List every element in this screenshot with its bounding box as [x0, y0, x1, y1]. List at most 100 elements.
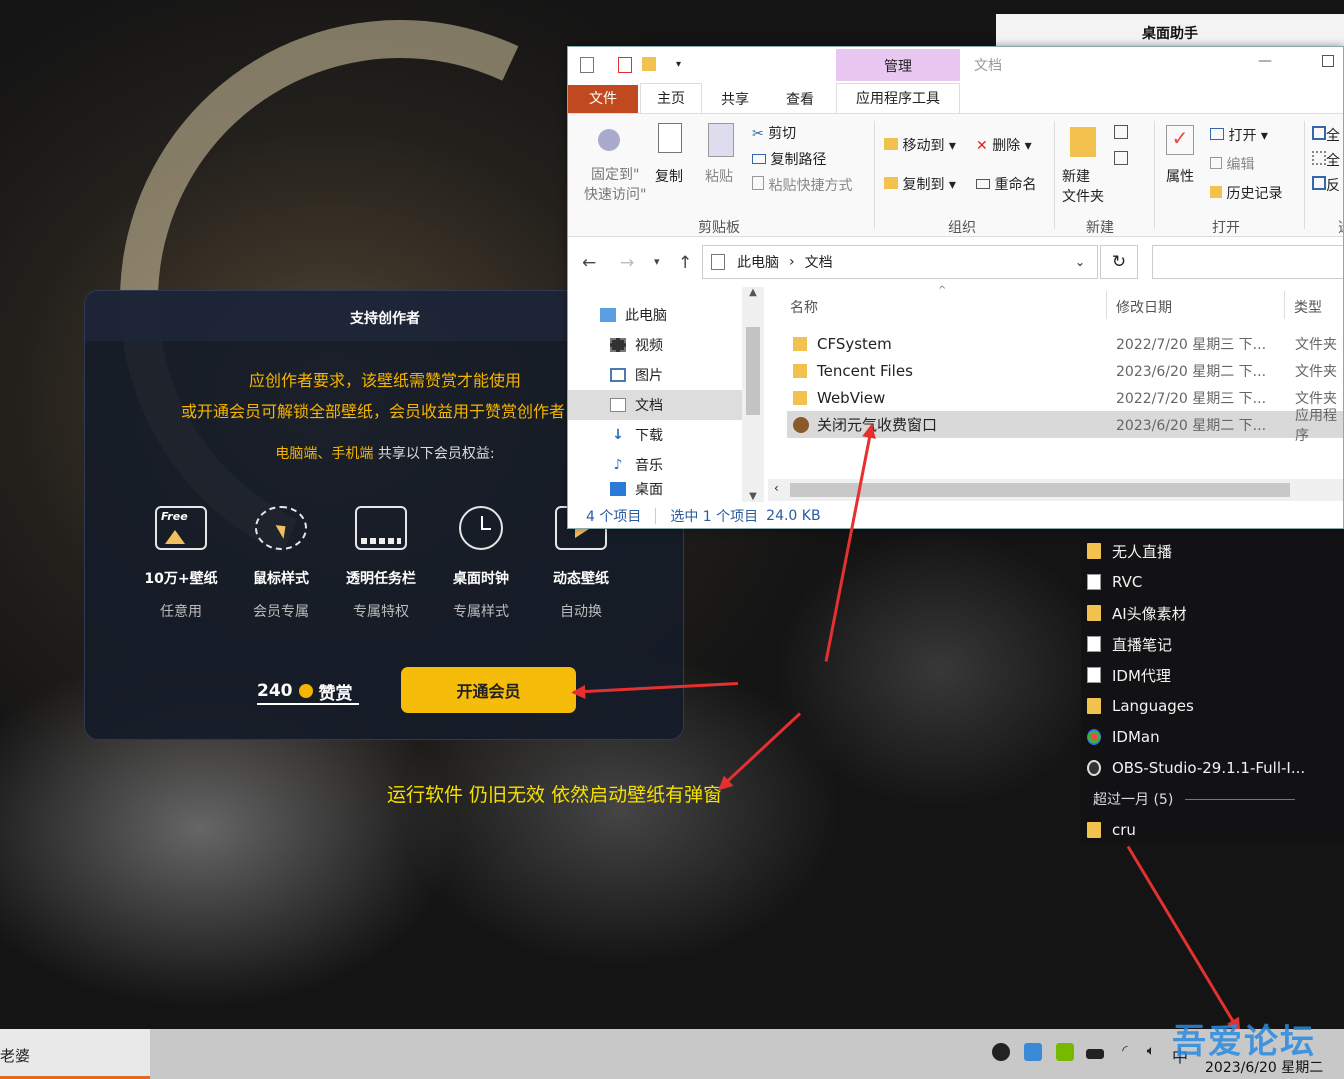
feature-name: 桌面时钟 [453, 571, 509, 587]
scroll-down-arrow[interactable]: ▼ [742, 491, 764, 502]
copy-to-button[interactable]: 复制到 ▾ [884, 174, 956, 194]
folder-icon[interactable] [642, 57, 656, 71]
breadcrumb-root[interactable]: 此电脑 [737, 252, 779, 272]
nav-pictures[interactable]: 图片 [610, 360, 663, 390]
qq-icon[interactable] [992, 1043, 1010, 1061]
history-button[interactable]: 历史记录 [1210, 183, 1282, 203]
nav-videos[interactable]: 视频 [610, 330, 663, 360]
properties-icon[interactable] [580, 57, 594, 73]
scrollbar-thumb[interactable] [746, 327, 760, 415]
context-tab-manage[interactable]: 管理 [836, 49, 960, 81]
up-button[interactable]: ↑ [678, 253, 692, 273]
list-item[interactable]: 直播笔记 [1087, 631, 1172, 657]
tab-share[interactable]: 共享 [708, 89, 762, 109]
nav-music[interactable]: ♪ 音乐 [610, 450, 663, 480]
paste-shortcut-button[interactable]: 粘贴快捷方式 [752, 175, 852, 195]
new-item-icon[interactable] [1114, 125, 1128, 139]
list-item[interactable]: RVC [1087, 569, 1142, 595]
column-type[interactable]: 类型 [1294, 297, 1322, 317]
select-all-button[interactable]: 全 [1312, 125, 1340, 145]
nav-desktop[interactable]: 桌面 [610, 480, 663, 498]
list-item[interactable]: OBS-Studio-29.1.1-Full-I... [1087, 755, 1305, 781]
wifi-icon[interactable]: ◜ [1116, 1043, 1134, 1061]
column-date[interactable]: 修改日期 [1116, 297, 1172, 317]
refresh-button[interactable]: ↻ [1100, 245, 1138, 279]
paste-shortcut-icon [752, 176, 764, 190]
search-input[interactable] [1152, 245, 1343, 279]
invert-selection-button[interactable]: 反 [1312, 175, 1340, 195]
list-item[interactable]: AI头像素材 [1087, 600, 1187, 626]
feature-wallpapers: Free 10万+壁纸 任意用 [131, 506, 231, 621]
file-row[interactable]: Tencent Files 2023/6/20 星期二 下... 文件夹 [787, 357, 1343, 384]
open-button[interactable]: 打开 ▾ [1210, 125, 1268, 145]
chevron-down-icon[interactable]: ▾ [676, 59, 681, 70]
file-row[interactable]: WebView 2022/7/20 星期三 下... 文件夹 [787, 384, 1343, 411]
delete-button[interactable]: ✕ 删除 ▾ [976, 135, 1032, 155]
file-row[interactable]: CFSystem 2022/7/20 星期三 下... 文件夹 [787, 330, 1343, 357]
feature-name: 10万+壁纸 [144, 571, 218, 587]
horizontal-scrollbar[interactable]: ‹ [768, 479, 1343, 501]
move-to-button[interactable]: 移动到 ▾ [884, 135, 956, 155]
column-name[interactable]: 名称 [790, 297, 818, 317]
nav-scrollbar[interactable]: ▲ ▼ [742, 287, 764, 502]
move-icon [884, 138, 898, 150]
checkmark-icon[interactable] [618, 57, 632, 73]
open-membership-button[interactable]: 开通会员 [401, 667, 576, 713]
pin-quick-access-button[interactable]: 固定到" 快速访问" [584, 165, 646, 205]
scroll-left-arrow[interactable]: ‹ [774, 481, 779, 495]
tab-view[interactable]: 查看 [772, 89, 828, 109]
rename-button[interactable]: 重命名 [976, 174, 1036, 194]
new-folder-button[interactable]: 新建 文件夹 [1062, 167, 1104, 207]
copy-icon [658, 123, 682, 153]
nvidia-icon[interactable] [1056, 1043, 1074, 1061]
copy-path-button[interactable]: 复制路径 [752, 149, 826, 169]
properties-button[interactable]: 属性 [1166, 166, 1194, 186]
desktop-icon [610, 482, 626, 496]
copy-button[interactable]: 复制 [655, 166, 683, 186]
easy-access-icon[interactable] [1114, 151, 1128, 165]
list-item[interactable]: IDMan [1087, 724, 1160, 750]
list-item[interactable]: Languages [1087, 693, 1194, 719]
maximize-button[interactable] [1322, 55, 1334, 67]
recent-dropdown[interactable]: ▾ [654, 255, 660, 268]
nav-this-pc[interactable]: 此电脑 [600, 300, 667, 330]
group-divider [1185, 798, 1296, 800]
window-title: 文档 [974, 58, 1002, 74]
tab-app-tools[interactable]: 应用程序工具 [836, 83, 960, 113]
ribbon-divider [1154, 121, 1155, 229]
free-wallpaper-icon: Free [155, 506, 207, 550]
feature-sub: 专属样式 [453, 604, 509, 620]
minimize-button[interactable]: — [1258, 53, 1272, 69]
chevron-down-icon[interactable]: ⌄ [1075, 255, 1085, 269]
scroll-up-arrow[interactable]: ▲ [742, 287, 764, 298]
taskbar: 老婆 ◜ 🔈︎ 中 2023/6/20 星期二 [0, 1029, 1344, 1079]
group-header[interactable]: 超过一月 (5) [1093, 786, 1296, 812]
list-item[interactable]: 无人直播 [1087, 538, 1172, 564]
select-none-button[interactable]: 全 [1312, 150, 1340, 170]
reward-link[interactable]: 240 赞赏 [257, 679, 359, 705]
cut-button[interactable]: ✂ 剪切 [752, 123, 796, 143]
nav-downloads[interactable]: ↓ 下载 [610, 420, 663, 450]
paste-button[interactable]: 粘贴 [705, 166, 733, 186]
tab-home[interactable]: 主页 [640, 83, 702, 113]
cursor-style-icon [255, 506, 307, 550]
status-item-count: 4 个项目 [586, 509, 642, 525]
list-item[interactable]: IDM代理 [1087, 662, 1171, 688]
list-item[interactable]: cru [1087, 817, 1136, 843]
edit-button[interactable]: 编辑 [1210, 154, 1254, 174]
scrollbar-thumb[interactable] [790, 483, 1290, 497]
battery-icon[interactable] [1086, 1049, 1104, 1059]
taskbar-icon [355, 506, 407, 550]
ribbon-divider [1304, 121, 1305, 229]
taskbar-app[interactable]: 老婆 [0, 1029, 150, 1079]
grid-icon [1312, 151, 1326, 165]
breadcrumb-current[interactable]: 文档 [805, 252, 833, 272]
volume-icon[interactable]: 🔈︎ [1142, 1043, 1160, 1061]
tab-file[interactable]: 文件 [568, 85, 638, 113]
forward-button[interactable]: → [620, 253, 634, 273]
nav-documents[interactable]: 文档 [610, 390, 663, 420]
network-card-icon[interactable] [1024, 1043, 1042, 1061]
breadcrumb-separator: › [789, 254, 795, 270]
back-button[interactable]: ← [582, 253, 596, 273]
address-bar[interactable]: 此电脑 › 文档 ⌄ [702, 245, 1098, 279]
